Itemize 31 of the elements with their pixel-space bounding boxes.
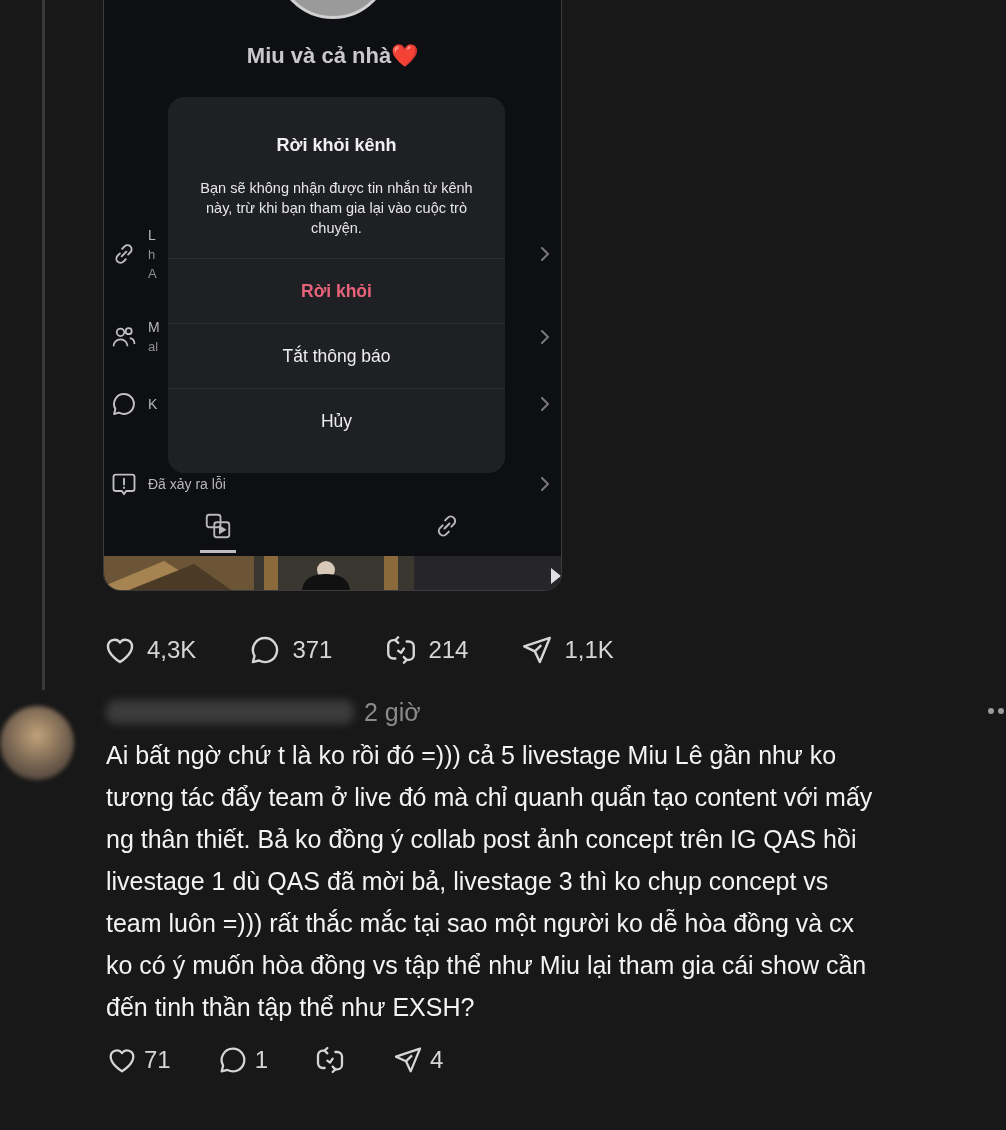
row-text: M	[148, 318, 160, 337]
share-button[interactable]: 1,1K	[520, 633, 614, 667]
share-button[interactable]: 4	[392, 1044, 444, 1076]
count: 71	[144, 1046, 171, 1074]
more-icon[interactable]	[986, 706, 1006, 716]
row-text: h	[148, 245, 156, 264]
reply-text: Ai bất ngờ chứ t là ko rồi đó =))) cả 5 livestage Miu Lê gần như ko tương tác đẩy team ở live đó mà chỉ quanh quẩn tạo content với mấy ng thân thiết. Bả ko đồng ý collab post ảnh concept trên IG QAS hồi livestage 1 dù QAS đã mời bả, livestage 3 thì ko chụp concept vs team luôn =))) rất thắc mắc tại sao một người ko dễ hòa đồng và cx ko có ý muốn hòa đồng vs tập thể như Miu lại tham gia cái show cần đến tinh thần tập thể như EXSH?	[106, 740, 873, 1023]
dialog-title: Rời khỏi kênh	[275, 135, 398, 156]
count: 1,1K	[564, 636, 614, 664]
like-button[interactable]: 4,3K	[103, 633, 197, 667]
repost-button[interactable]: 214	[384, 633, 469, 667]
count: 214	[428, 636, 469, 664]
count: 371	[292, 636, 333, 664]
comment-button[interactable]: 1	[216, 1044, 269, 1076]
row-text: K	[148, 394, 158, 414]
reply-time: 2 giờ	[364, 697, 421, 727]
row-text: al	[148, 338, 159, 356]
dialog-button[interactable]: Hủy	[168, 388, 505, 453]
count: 4	[430, 1046, 444, 1074]
comment-button[interactable]: 371	[248, 633, 333, 667]
group-name: Miu và cả nhà❤	[246, 43, 419, 69]
like-button[interactable]: 71	[106, 1044, 171, 1076]
dialog-message: Bạn sẽ không nhận được tin nhắn từ kênh này, trừ khi bạn tham gia lại vào cuộc trò chuyện.	[199, 179, 474, 238]
count: 4,3K	[147, 636, 197, 664]
dialog-button[interactable]: Tắt thông báo	[168, 323, 505, 388]
count: 1	[254, 1046, 269, 1074]
dialog-button[interactable]: Rời khỏi	[168, 258, 505, 323]
row-text: A	[148, 264, 157, 283]
row-text: Đã xảy ra lỗi	[148, 474, 226, 494]
row-text: L	[148, 225, 156, 245]
speech-bubble-icon	[110, 390, 138, 418]
